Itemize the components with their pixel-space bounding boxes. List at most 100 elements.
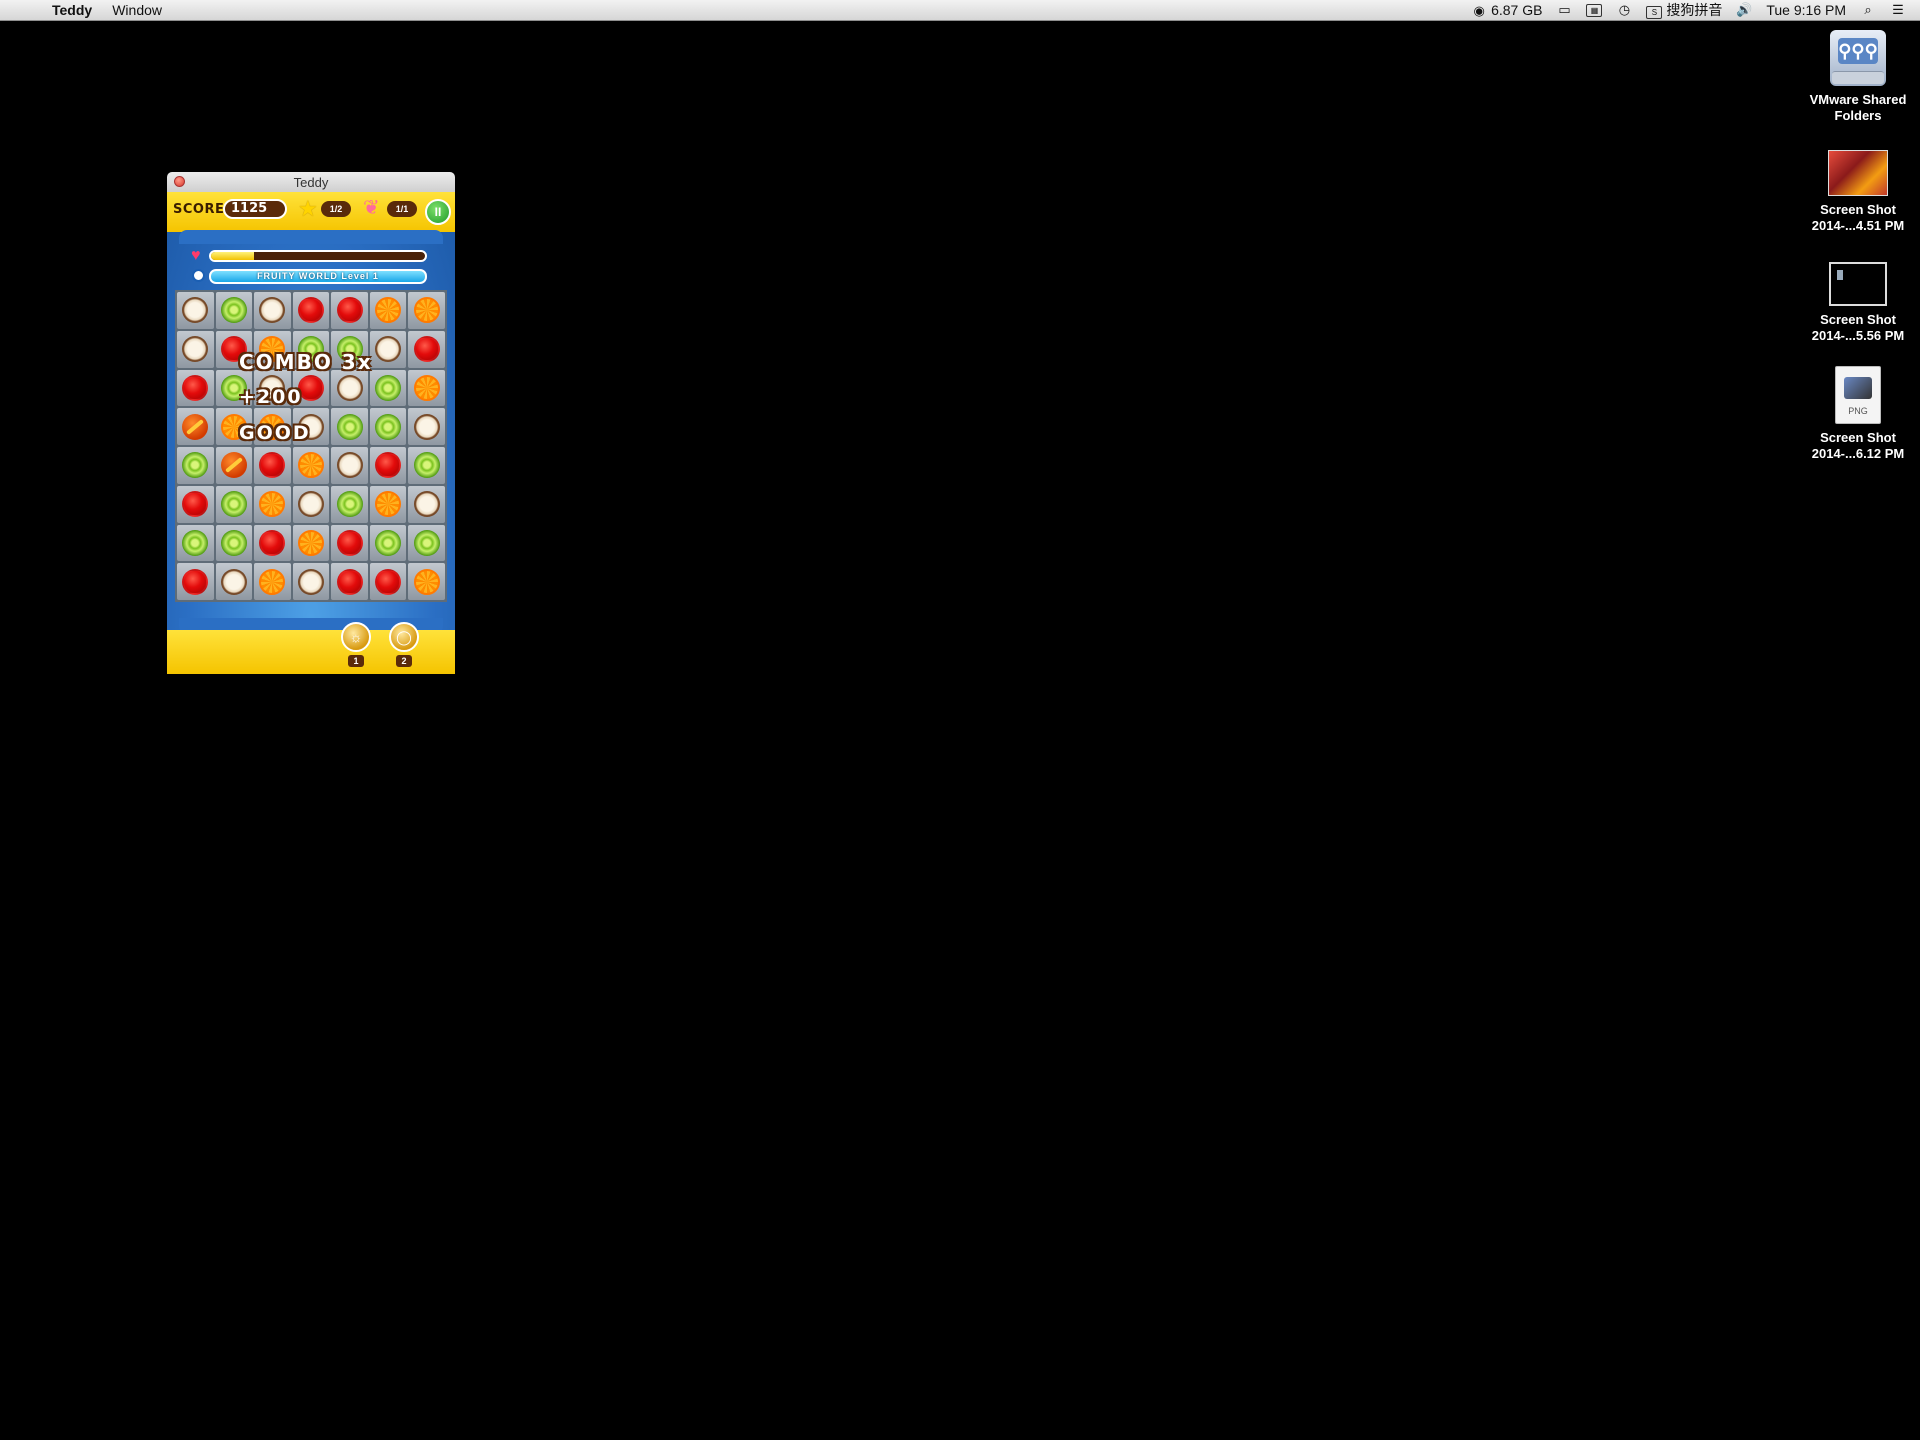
pause-button[interactable]: II <box>425 199 451 225</box>
menu-window[interactable]: Window <box>112 2 162 18</box>
board-cell[interactable] <box>292 292 330 329</box>
cherry-icon <box>336 568 363 595</box>
board-cell[interactable] <box>369 408 407 445</box>
board-cell[interactable] <box>331 447 368 484</box>
board-cell[interactable] <box>408 563 445 600</box>
board-cell[interactable] <box>215 563 253 600</box>
coconut-icon <box>413 413 440 440</box>
board-cell[interactable] <box>177 524 214 562</box>
cherry-icon <box>182 374 209 401</box>
lime-icon <box>375 529 402 556</box>
board-cell[interactable] <box>369 485 407 523</box>
board-cell[interactable] <box>408 447 445 484</box>
memory-status[interactable]: ◉ 6.87 GB <box>1471 2 1543 18</box>
board-cell[interactable] <box>215 292 253 329</box>
spotlight-search-icon[interactable]: ⌕ <box>1860 3 1876 17</box>
menu-app-name[interactable]: Teddy <box>52 2 92 18</box>
cherry-icon <box>297 297 324 324</box>
volume-icon[interactable]: 🔊 <box>1736 3 1752 17</box>
board-cell[interactable] <box>292 563 330 600</box>
board-cell[interactable] <box>254 447 291 484</box>
booster-ring-icon[interactable]: ◯ <box>389 622 419 652</box>
cherry-icon <box>413 336 440 363</box>
png-file-icon: PNG <box>1835 366 1881 424</box>
board-cell[interactable] <box>215 447 253 484</box>
coconut-icon <box>336 374 363 401</box>
close-button[interactable] <box>174 176 185 187</box>
window-titlebar[interactable]: Teddy <box>167 172 455 193</box>
notification-center-icon[interactable]: ☰ <box>1890 3 1906 17</box>
board-cell[interactable] <box>408 408 445 445</box>
board-cell[interactable] <box>408 485 445 523</box>
cherry-icon <box>336 297 363 324</box>
board-cell[interactable] <box>331 524 368 562</box>
board-cell[interactable] <box>369 447 407 484</box>
board-cell[interactable] <box>369 369 407 407</box>
praise-text: GOOD <box>239 422 311 444</box>
desktop-icon-label: 2014-...5.56 PM <box>1811 328 1905 343</box>
input-method[interactable]: S 搜狗拼音 <box>1646 0 1722 20</box>
booster-coin-icon[interactable]: ☼ <box>341 622 371 652</box>
board-cell[interactable] <box>177 447 214 484</box>
board-cell[interactable] <box>215 524 253 562</box>
board-cell[interactable] <box>292 447 330 484</box>
coconut-icon <box>220 568 247 595</box>
bomb-icon <box>220 452 247 479</box>
board-cell[interactable] <box>369 524 407 562</box>
bow-counter: 1/1 <box>387 201 417 217</box>
board-cell[interactable] <box>369 330 407 368</box>
board-cell[interactable] <box>408 292 445 329</box>
board-cell[interactable] <box>177 330 214 368</box>
orange-icon <box>297 452 324 479</box>
desktop-icon-screenshot-3[interactable]: PNG Screen Shot 2014-...6.12 PM <box>1798 366 1918 462</box>
booster-count: 2 <box>396 655 412 667</box>
board-cell[interactable] <box>254 563 291 600</box>
coconut-icon <box>259 297 286 324</box>
board-cell[interactable] <box>254 524 291 562</box>
lime-icon <box>220 297 247 324</box>
desktop-icon-screenshot-1[interactable]: Screen Shot 2014-...4.51 PM <box>1798 150 1918 234</box>
board-cell[interactable] <box>177 292 214 329</box>
lime-icon <box>336 413 363 440</box>
teddy-window: Teddy SCORE 1125 ★ 1/2 ❦ 1/1 II ♥ FRUITY… <box>167 172 455 674</box>
time-machine-icon[interactable]: ◷ <box>1616 3 1632 17</box>
board-cell[interactable] <box>292 524 330 562</box>
board-cell[interactable] <box>177 408 214 445</box>
board-cell[interactable] <box>331 408 368 445</box>
score-label: SCORE <box>173 202 225 217</box>
board-cell[interactable] <box>331 369 368 407</box>
coconut-icon <box>375 336 402 363</box>
cherry-icon <box>259 452 286 479</box>
memory-value: 6.87 GB <box>1491 2 1543 18</box>
bow-icon: ❦ <box>363 197 380 219</box>
board-cell[interactable] <box>408 369 445 407</box>
clock[interactable]: Tue 9:16 PM <box>1766 2 1846 18</box>
board-cell[interactable] <box>369 563 407 600</box>
board-cell[interactable] <box>254 485 291 523</box>
png-badge: PNG <box>1848 406 1868 416</box>
keyboard-icon[interactable]: ▦ <box>1586 3 1603 17</box>
desktop-icon-vmware-shared-folders[interactable]: ⚲⚲⚲ VMware Shared Folders <box>1798 30 1918 124</box>
desktop-icon-screenshot-2[interactable]: Screen Shot 2014-...5.56 PM <box>1798 262 1918 344</box>
airplay-icon[interactable]: ▭ <box>1556 3 1572 17</box>
desktop-icon-label: Folders <box>1834 108 1882 123</box>
cherry-icon <box>182 491 209 518</box>
sogou-icon: S <box>1646 6 1663 19</box>
coconut-icon <box>182 297 209 324</box>
board-cell[interactable] <box>331 563 368 600</box>
coconut-icon <box>182 336 209 363</box>
board-cell[interactable] <box>177 369 214 407</box>
board-cell[interactable] <box>331 485 368 523</box>
game-board[interactable] <box>175 290 447 602</box>
board-cell[interactable] <box>408 330 445 368</box>
board-cell[interactable] <box>177 563 214 600</box>
board-cell[interactable] <box>292 485 330 523</box>
board-cell[interactable] <box>369 292 407 329</box>
game-canvas[interactable]: SCORE 1125 ★ 1/2 ❦ 1/1 II ♥ FRUITY WORLD… <box>167 192 455 674</box>
board-cell[interactable] <box>177 485 214 523</box>
bomb-icon <box>182 413 209 440</box>
board-cell[interactable] <box>215 485 253 523</box>
board-cell[interactable] <box>254 292 291 329</box>
board-cell[interactable] <box>408 524 445 562</box>
board-cell[interactable] <box>331 292 368 329</box>
